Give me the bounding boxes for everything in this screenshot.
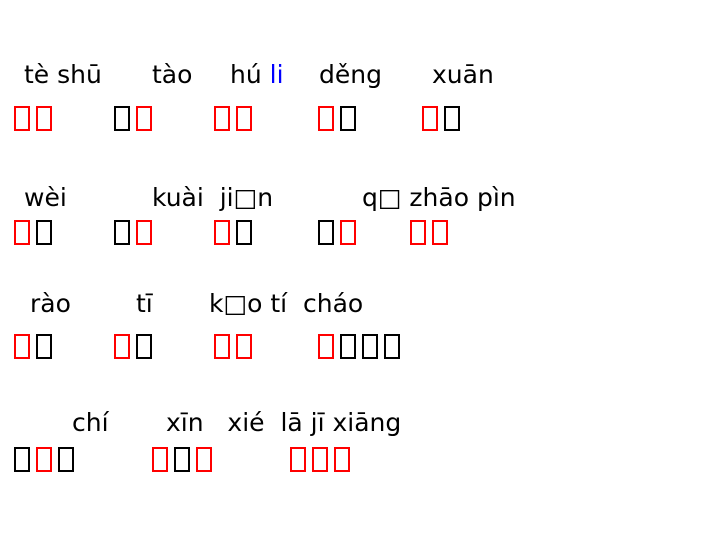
pinyin-kuai-jian: kuài ji□n [152,183,274,212]
char-box [152,447,168,472]
char-group [290,443,350,475]
char-group [114,102,152,134]
char-group [410,216,448,248]
char-group [114,330,152,362]
pinyin-qi-zhao-pin: q□ zhāo pìn [362,183,516,212]
char-box [214,106,230,131]
char-box [136,334,152,359]
char-box [114,220,130,245]
char-box [422,106,438,131]
char-box [14,334,30,359]
pinyin-rao: rào [30,289,71,318]
pinyin-tao: tào [152,60,193,89]
char-group [214,216,252,248]
char-box [290,447,306,472]
char-box [384,334,400,359]
char-box [58,447,74,472]
pinyin-chi: chí [72,408,109,437]
char-group [152,443,212,475]
char-box [36,220,52,245]
char-group [214,102,252,134]
char-group [214,330,252,362]
char-box [36,447,52,472]
pinyin-hu: hú [230,60,270,89]
char-box [174,447,190,472]
char-box [14,106,30,131]
char-box [236,334,252,359]
char-box [136,106,152,131]
char-box [114,106,130,131]
char-box [318,220,334,245]
char-box [410,220,426,245]
char-box [444,106,460,131]
char-box [340,334,356,359]
pinyin-xin-xie-la-ji-xiang: xīn xié lā jī xiāng [166,408,402,437]
char-box [36,106,52,131]
char-box [14,220,30,245]
char-box [236,220,252,245]
char-box [136,220,152,245]
char-group [14,102,52,134]
char-group [318,216,356,248]
pinyin-deng: děng [319,60,382,89]
char-box [334,447,350,472]
char-group [318,330,400,362]
char-box [36,334,52,359]
pinyin-hu-li: hú li [230,60,284,90]
char-box [196,447,212,472]
char-box [362,334,378,359]
char-box [318,106,334,131]
char-box [318,334,334,359]
char-box [340,220,356,245]
char-box [214,334,230,359]
char-box [114,334,130,359]
char-group [114,216,152,248]
char-group [318,102,356,134]
char-box [312,447,328,472]
pinyin-xuan: xuān [432,60,494,89]
pinyin-wei: wèi [24,183,67,212]
char-group [422,102,460,134]
char-box [236,106,252,131]
char-group [14,443,74,475]
pinyin-kao-ti-chao: k□o tí cháo [209,289,364,318]
pinyin-ti: tī [136,289,153,318]
char-box [214,220,230,245]
pinyin-li-highlight: li [269,60,284,89]
char-group [14,330,52,362]
char-box [432,220,448,245]
char-group [14,216,52,248]
pinyin-te-shu: tè shū [24,60,102,89]
char-box [340,106,356,131]
char-box [14,447,30,472]
